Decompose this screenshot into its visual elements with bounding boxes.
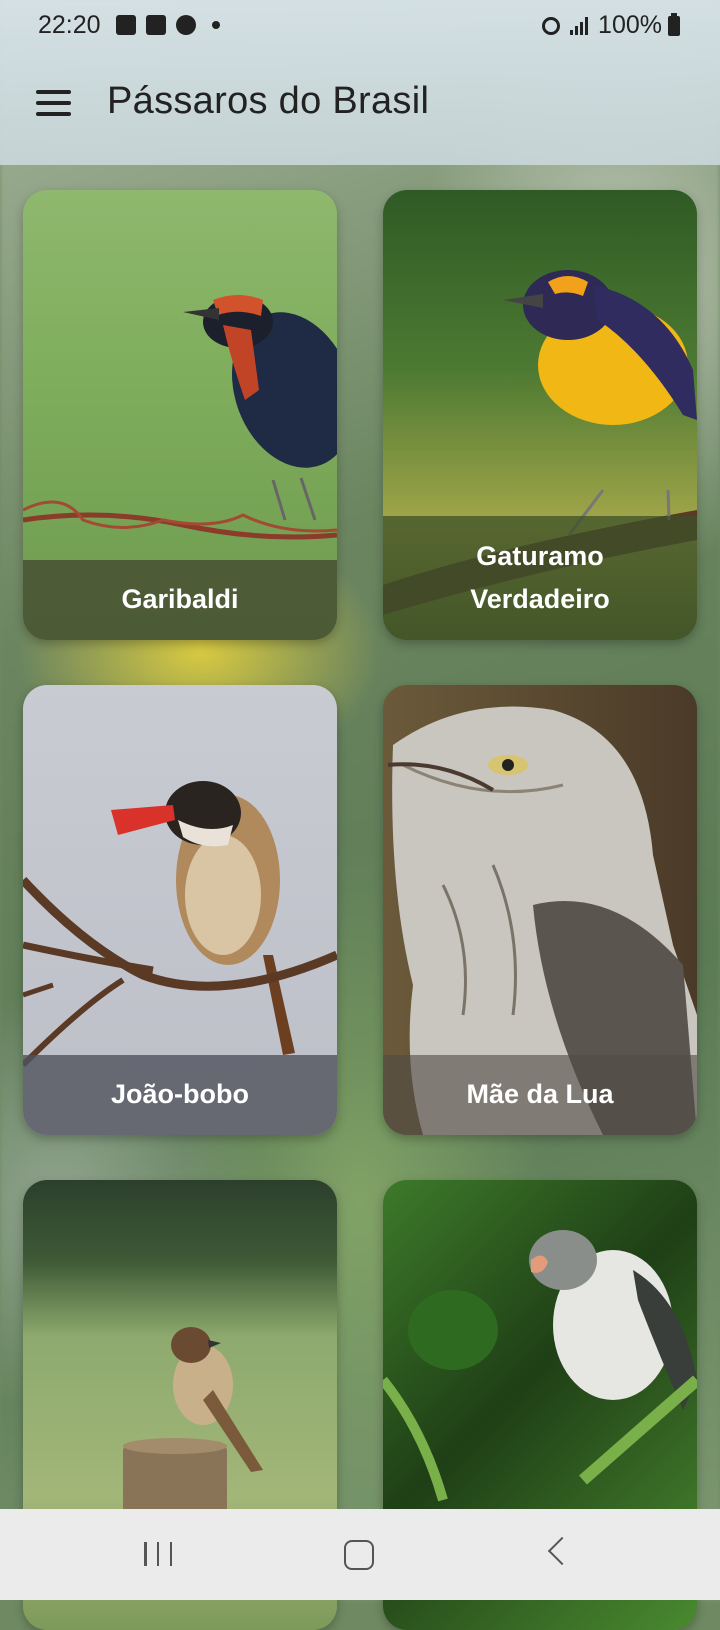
a-circle-icon — [176, 15, 196, 35]
status-bar: 22:20 100% — [0, 0, 720, 52]
checkbox-icon — [146, 15, 166, 35]
bird-card-joao-bobo[interactable]: João-bobo — [23, 685, 337, 1135]
top-bar: 22:20 100% Pássaros do Brasil — [0, 0, 720, 165]
navigation-bar — [0, 1509, 720, 1600]
bird-name: João-bobo — [111, 1079, 249, 1110]
battery-icon — [668, 13, 680, 36]
alarm-icon — [542, 16, 561, 35]
status-time: 22:20 — [38, 11, 101, 39]
bird-card-mae-da-lua[interactable]: Mãe da Lua — [383, 685, 697, 1135]
back-icon[interactable] — [547, 1536, 577, 1566]
label-band: Garibaldi — [23, 560, 337, 640]
bird-name: Gaturamo Verdadeiro — [470, 540, 610, 614]
label-band: Mãe da Lua — [383, 1055, 697, 1135]
notification-icons — [116, 15, 220, 35]
gallery-icon — [116, 15, 136, 35]
app-bar: Pássaros do Brasil — [0, 52, 720, 164]
hamburger-menu-icon[interactable] — [36, 90, 71, 116]
bird-card-gaturamo-verdadeiro[interactable]: Gaturamo Verdadeiro — [383, 190, 697, 640]
label-band: Gaturamo Verdadeiro — [383, 516, 697, 640]
page-title: Pássaros do Brasil — [107, 80, 430, 122]
signal-icon — [570, 16, 589, 35]
recent-apps-icon[interactable] — [144, 1542, 172, 1566]
system-status: 100% — [542, 11, 670, 40]
label-band: João-bobo — [23, 1055, 337, 1135]
battery-percent: 100% — [598, 11, 662, 39]
bird-card-garibaldi[interactable]: Garibaldi — [23, 190, 337, 640]
bird-name: Garibaldi — [121, 584, 239, 615]
home-icon[interactable] — [344, 1540, 374, 1570]
dot-icon — [212, 21, 220, 29]
bird-name: Mãe da Lua — [466, 1079, 614, 1110]
